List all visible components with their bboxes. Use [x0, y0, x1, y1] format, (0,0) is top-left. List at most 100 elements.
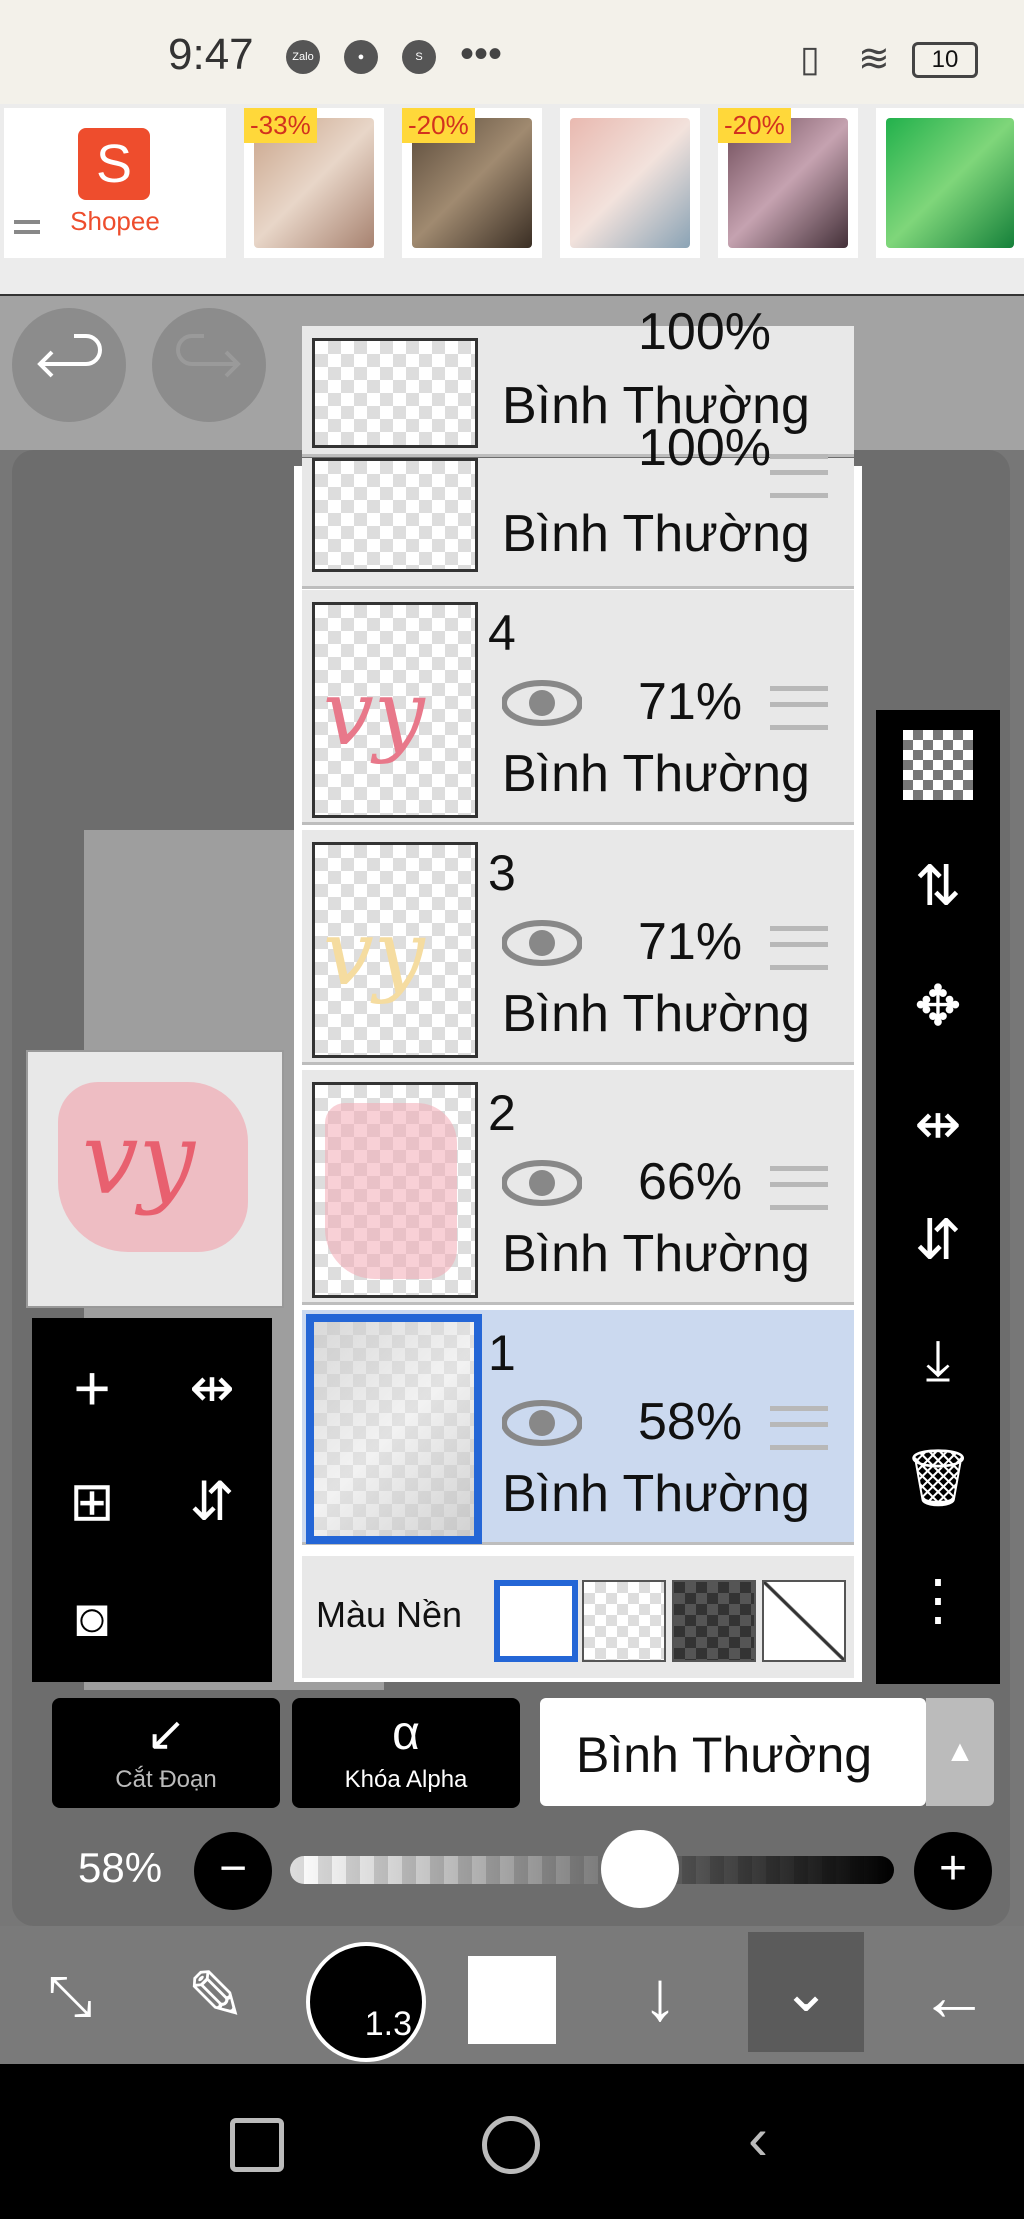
layer-row[interactable]: 100% Bình Thường [302, 419, 854, 589]
visibility-eye-icon[interactable] [502, 920, 582, 966]
caret-up-icon: ▲ [945, 1735, 975, 1768]
layer-number: 4 [488, 605, 516, 661]
brush-size-button[interactable]: 1.3 [306, 1942, 426, 2062]
brush-icon[interactable]: ✎ [166, 1946, 266, 2046]
flip-v-icon[interactable]: ⇵ [162, 1452, 262, 1552]
drag-handle-icon[interactable] [770, 1166, 828, 1210]
flip-vertical-icon[interactable]: ⇵ [898, 1200, 978, 1280]
discount-badge: -20% [402, 108, 475, 143]
flip-h-icon[interactable]: ⇹ [162, 1338, 262, 1438]
add-copy-icon[interactable]: ⊞ [42, 1452, 142, 1552]
visibility-eye-icon[interactable] [502, 680, 582, 726]
battery-level: 10 [931, 46, 959, 73]
home-icon[interactable] [482, 2116, 540, 2174]
blend-mode-value: Bình Thường [576, 1727, 873, 1783]
ad-product-tile[interactable] [560, 108, 700, 258]
thumbnail-art [314, 1322, 474, 1536]
down-arrow-icon[interactable]: ↓ [610, 1946, 710, 2046]
back-arrow-icon[interactable]: ← [904, 1946, 1004, 2046]
menu-icon [14, 220, 40, 234]
layer-opacity: 66% [638, 1153, 743, 1211]
visibility-eye-icon[interactable] [502, 1160, 582, 1206]
shopee-bag-icon: S [402, 40, 436, 74]
layer-number: 3 [488, 845, 516, 901]
thumbnail-art: vy [323, 901, 425, 1006]
move-icon[interactable]: ✥ [898, 966, 978, 1046]
ad-promo-tile[interactable] [876, 108, 1024, 258]
visibility-eye-icon[interactable] [502, 1400, 582, 1446]
layer-blend-mode: Bình Thường [502, 1465, 810, 1523]
undo-button[interactable] [12, 308, 126, 422]
opacity-slider-knob[interactable] [601, 1830, 680, 1908]
layer-row[interactable]: 100% Bình Thường [302, 303, 854, 457]
layer-thumbnail [312, 1082, 478, 1298]
ad-product-tile[interactable]: -33% [244, 108, 384, 258]
drag-handle-icon[interactable] [770, 926, 828, 970]
camera-icon[interactable]: ◙ [42, 1568, 142, 1668]
layer-tools-sidebar: ⇅ ✥ ⇹ ⇵ ⤓ 🗑 ⋮ [876, 710, 1000, 1684]
expand-icon[interactable]: ⌄ [748, 1932, 864, 2052]
thumbnail-art [325, 1103, 457, 1279]
more-dots-icon: ••• [460, 32, 503, 76]
discount-badge: -20% [718, 108, 791, 143]
ad-product-tile[interactable]: -20% [718, 108, 858, 258]
background-color-row: Màu Nền [302, 1556, 854, 1678]
transparency-icon[interactable] [903, 730, 973, 800]
layer-thumbnail [306, 1314, 482, 1544]
brush-size-value: 1.3 [364, 2005, 412, 2043]
back-icon[interactable]: ‹ [748, 2104, 808, 2172]
drag-handle-icon[interactable] [770, 454, 828, 498]
discount-badge: -33% [244, 108, 317, 143]
zalo-icon: Zalo [286, 40, 320, 74]
undo-icon [37, 334, 102, 378]
layer-opacity: 100% [638, 419, 771, 477]
canvas-preview[interactable]: vy [26, 1050, 284, 1308]
opacity-label: 58% [78, 1844, 163, 1891]
opacity-decrease-button[interactable]: − [194, 1832, 272, 1910]
blend-mode-select[interactable]: Bình Thường [540, 1698, 926, 1806]
layer-thumbnail [312, 338, 478, 448]
blend-mode-dropdown-button[interactable]: ▲ [926, 1698, 994, 1806]
layer-row-selected[interactable]: 1 58% Bình Thường [302, 1310, 854, 1545]
thumbnail-art: vy [323, 661, 425, 766]
background-color-label: Màu Nền [316, 1594, 463, 1635]
drag-handle-icon[interactable] [770, 1406, 828, 1450]
preview-lettering: vy [82, 1100, 195, 1217]
add-layer-icon[interactable]: + [42, 1338, 142, 1438]
merge-down-icon[interactable]: ⤓ [898, 1320, 978, 1400]
layer-blend-mode: Bình Thường [502, 1225, 810, 1283]
color-button[interactable] [468, 1956, 556, 2044]
clipping-label: Cắt Đoạn [115, 1766, 217, 1793]
bg-swatch-white[interactable] [494, 1580, 578, 1662]
bg-swatch-none[interactable] [762, 1580, 846, 1662]
opacity-increase-button[interactable]: + [914, 1832, 992, 1910]
bg-swatch-transparent[interactable] [582, 1580, 666, 1662]
swap-layers-icon[interactable]: ⇅ [898, 846, 978, 926]
opacity-slider[interactable] [290, 1856, 894, 1884]
layer-row[interactable]: vy 4 71% Bình Thường [302, 590, 854, 825]
transform-eraser-icon[interactable]: ⤡ [20, 1946, 120, 2046]
wifi-icon: ≋ [858, 38, 890, 80]
flip-horizontal-icon[interactable]: ⇹ [898, 1084, 978, 1164]
layer-thumbnail: vy [312, 602, 478, 818]
bg-swatch-dark-checker[interactable] [672, 1580, 756, 1662]
more-vertical-icon[interactable]: ⋮ [898, 1560, 978, 1640]
layer-opacity: 71% [638, 913, 743, 971]
recent-apps-icon[interactable] [230, 2118, 284, 2172]
layer-number: 2 [488, 1085, 516, 1141]
clipping-button[interactable]: ↙ Cắt Đoạn [52, 1698, 280, 1808]
layer-list[interactable]: 100% Bình Thường 100% Bình Thường vy 4 7… [294, 303, 862, 1682]
battery-icon: 10 [912, 42, 978, 78]
layer-row[interactable]: vy 3 71% Bình Thường [302, 830, 854, 1065]
chat-icon: ● [344, 40, 378, 74]
alpha-lock-button[interactable]: α Khóa Alpha [292, 1698, 520, 1808]
ad-shopee-logo[interactable]: S Shopee [4, 108, 226, 258]
layer-thumbnail: vy [312, 842, 478, 1058]
clip-arrow-icon: ↙ [145, 1708, 187, 1761]
delete-icon[interactable]: 🗑 [898, 1438, 978, 1518]
ad-product-tile[interactable]: -20% [402, 108, 542, 258]
shopee-bag-icon: S [78, 128, 150, 200]
layer-row[interactable]: 2 66% Bình Thường [302, 1070, 854, 1305]
redo-button[interactable] [152, 308, 266, 422]
drag-handle-icon[interactable] [770, 686, 828, 730]
